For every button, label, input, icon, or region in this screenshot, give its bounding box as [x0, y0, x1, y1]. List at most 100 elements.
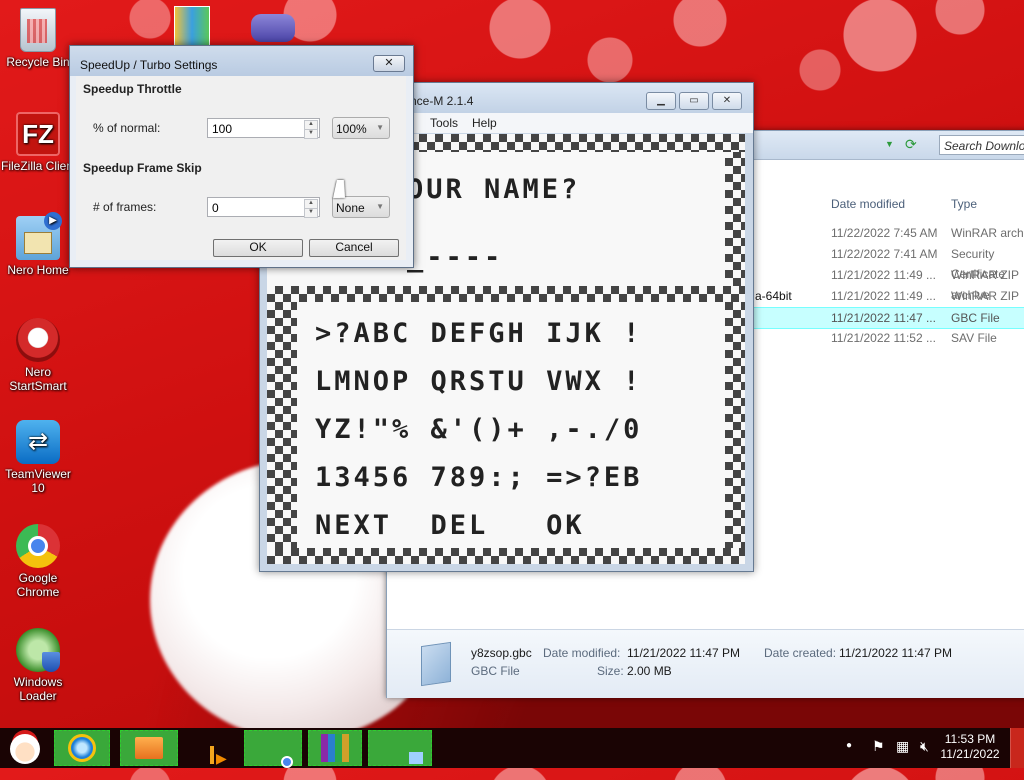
- taskbar-app-file-explorer[interactable]: [120, 730, 178, 766]
- start-button[interactable]: [2, 728, 50, 768]
- taskbar-app-media-player[interactable]: [186, 730, 234, 766]
- desktop-icon-filezilla[interactable]: FZ FileZilla Client: [1, 112, 75, 173]
- details-size: 2.00 MB: [627, 664, 672, 678]
- frameskip-value: 0: [212, 201, 219, 215]
- details-file-name: y8zsop.gbc: [471, 646, 532, 660]
- desktop-icon-label: Nero StartSmart: [9, 365, 67, 393]
- keyboard-row-3[interactable]: YZ!"% &'()+ ,-./0: [315, 414, 642, 445]
- desktop-icon-label: FileZilla Client: [1, 159, 71, 173]
- dropdown-arrow-icon[interactable]: ▼: [885, 139, 894, 149]
- menu-item-help[interactable]: Help: [472, 116, 497, 130]
- details-file-type: GBC File: [471, 664, 520, 678]
- taskbar: ● ⚑ ▦ 🔇︎ 11:53 PM 11/21/2022: [0, 728, 1024, 768]
- keyboard-row-5[interactable]: NEXT DEL OK: [315, 510, 585, 541]
- dialog-title-bar[interactable]: SpeedUp / Turbo Settings ✕: [70, 46, 413, 76]
- details-pane: y8zsop.gbc GBC File Date modified: 11/21…: [387, 629, 1024, 698]
- keyboard-row-2[interactable]: LMNOP QRSTU VWX !: [315, 366, 642, 397]
- clock-time: 11:53 PM: [944, 732, 996, 746]
- desktop-icon-windows-loader[interactable]: Windows Loader: [1, 628, 75, 703]
- ok-button[interactable]: OK: [213, 239, 303, 257]
- screen-border-left: [267, 286, 297, 564]
- file-row-name: a-64bit: [755, 289, 792, 303]
- throttle-combo[interactable]: 100% ▼: [332, 117, 390, 139]
- media-player-icon: [210, 746, 214, 764]
- throttle-value: 100: [212, 122, 233, 136]
- menu-item-tools[interactable]: Tools: [430, 116, 458, 130]
- file-row-date: 11/22/2022 7:45 AM: [831, 226, 938, 240]
- clock-date: 11/21/2022: [940, 747, 1000, 761]
- details-date-modified: 11/21/2022 11:47 PM: [627, 646, 740, 660]
- file-row-type: GBC File: [951, 311, 1000, 325]
- spin-down-icon[interactable]: ▼: [304, 129, 318, 139]
- file-row-date: 11/21/2022 11:47 ...: [831, 311, 936, 325]
- details-date-created-label: Date created:: [764, 646, 837, 660]
- screen-border-bottom: [267, 548, 745, 564]
- screen-border-middle: [267, 286, 745, 302]
- frameskip-combo[interactable]: None ▼: [332, 196, 390, 218]
- close-icon[interactable]: ✕: [712, 92, 742, 110]
- desktop-icon-recycle-bin[interactable]: Recycle Bin: [1, 8, 75, 69]
- folder-icon: [135, 737, 163, 759]
- file-icon: [421, 641, 451, 687]
- speedup-dialog: SpeedUp / Turbo Settings ✕ Speedup Throt…: [69, 45, 414, 268]
- column-header-type[interactable]: Type: [951, 197, 977, 211]
- taskbar-clock[interactable]: 11:53 PM 11/21/2022: [930, 732, 1010, 762]
- winrar-icon: [321, 734, 349, 762]
- dialog-body: Speedup Throttle % of normal: 100 ▲ ▼ 10…: [76, 76, 406, 260]
- desktop-icon-label: Windows Loader: [13, 675, 63, 703]
- spin-down-icon[interactable]: ▼: [304, 208, 318, 218]
- santa-start-icon: [10, 734, 40, 764]
- show-desktop-button[interactable]: [1010, 728, 1024, 768]
- screen-border-right: [725, 134, 745, 564]
- taskbar-app-internet-explorer[interactable]: [54, 730, 110, 766]
- frameskip-spinner[interactable]: 0 ▲ ▼: [207, 197, 320, 218]
- file-row-date: 11/21/2022 11:52 ...: [831, 331, 936, 345]
- chrome-icon: [16, 524, 60, 568]
- column-header-date[interactable]: Date modified: [831, 197, 905, 211]
- desktop-icon-nero-startsmart[interactable]: Nero StartSmart: [1, 318, 75, 393]
- throttle-combo-value: 100%: [336, 122, 367, 136]
- nero-startsmart-icon: [16, 318, 60, 362]
- maximize-icon[interactable]: ▭: [679, 92, 709, 110]
- file-row-date: 11/21/2022 11:49 ...: [831, 268, 936, 282]
- frameskip-combo-value: None: [336, 201, 365, 215]
- tray-dot-icon[interactable]: ●: [846, 740, 852, 780]
- nero-home-icon: [16, 212, 62, 260]
- close-icon[interactable]: ✕: [373, 55, 405, 72]
- name-entry: _----: [407, 242, 504, 273]
- internet-explorer-icon: [68, 734, 96, 762]
- windows-loader-icon: [16, 628, 60, 672]
- action-center-flag-icon[interactable]: ⚑: [872, 738, 885, 778]
- cancel-button[interactable]: Cancel: [309, 239, 399, 257]
- refresh-icon[interactable]: ⟳: [905, 136, 917, 153]
- gba-emulator-icon[interactable]: [251, 14, 295, 42]
- keyboard-row-4[interactable]: 13456 789:; =>?EB: [315, 462, 642, 493]
- desktop-icon-nero-home[interactable]: Nero Home: [1, 212, 75, 277]
- desktop-icon-teamviewer[interactable]: ⇄ TeamViewer 10: [1, 420, 75, 495]
- details-date-modified-label: Date modified:: [543, 646, 621, 660]
- name-prompt: OUR NAME?: [407, 174, 581, 205]
- recycle-bin-icon: [20, 8, 56, 52]
- volume-muted-icon[interactable]: 🔇︎: [920, 738, 929, 778]
- chevron-down-icon: ▼: [376, 202, 384, 211]
- desktop-icon-label: Nero Home: [7, 263, 69, 277]
- network-icon[interactable]: ▦: [896, 738, 909, 778]
- minimize-icon[interactable]: ▁: [646, 92, 676, 110]
- frameskip-label: # of frames:: [93, 200, 157, 214]
- desktop-icon-label: Recycle Bin: [6, 55, 70, 69]
- taskbar-app-winrar[interactable]: [308, 730, 362, 766]
- file-row-type: WinRAR archive: [951, 226, 1024, 240]
- keyboard-row-1[interactable]: >?ABC DEFGH IJK !: [315, 318, 642, 349]
- details-date-created: 11/21/2022 11:47 PM: [839, 646, 952, 660]
- taskbar-app-gba-emulator[interactable]: [368, 730, 432, 766]
- desktop-app-icon[interactable]: [174, 6, 210, 46]
- taskbar-app-google-chrome[interactable]: [244, 730, 302, 766]
- desktop-icon-google-chrome[interactable]: Google Chrome: [1, 524, 75, 599]
- throttle-spinner[interactable]: 100 ▲ ▼: [207, 118, 320, 139]
- filezilla-icon: FZ: [16, 112, 60, 156]
- search-input[interactable]: Search Downloads: [939, 135, 1024, 155]
- dialog-title: SpeedUp / Turbo Settings: [80, 58, 218, 72]
- throttle-label: % of normal:: [93, 121, 161, 135]
- throttle-heading: Speedup Throttle: [83, 82, 182, 96]
- teamviewer-icon: ⇄: [16, 420, 60, 464]
